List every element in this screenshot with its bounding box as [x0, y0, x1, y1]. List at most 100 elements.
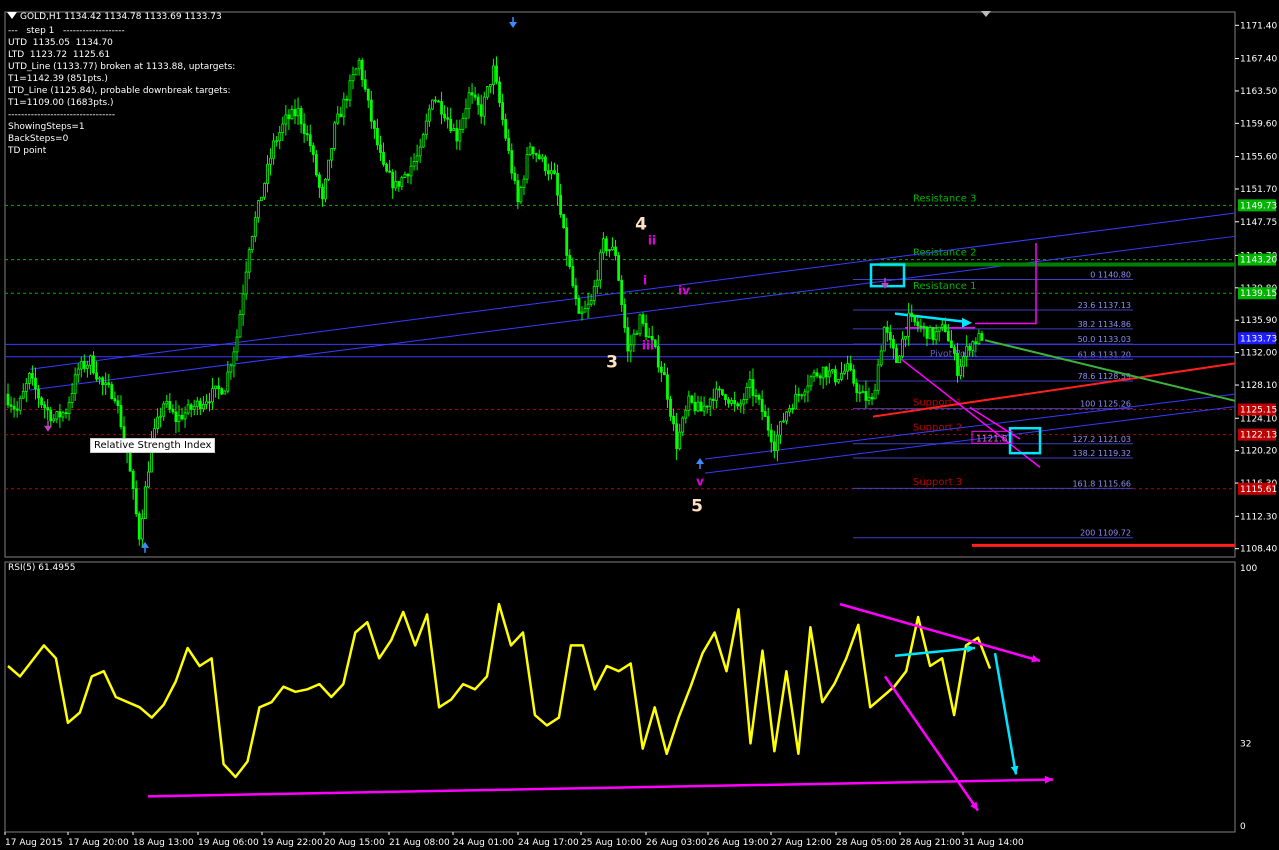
- candle-body: [907, 312, 911, 337]
- candle-body: [867, 396, 871, 401]
- candle-body: [427, 108, 431, 122]
- chart-window[interactable]: 1171.40 1167.40 1163.50 1159.60 1155.60 1151.…: [0, 0, 1279, 850]
- rsi-tick-label: 32: [1240, 739, 1251, 749]
- candle-body: [201, 403, 205, 410]
- candle-body: [757, 395, 761, 400]
- wave-label: iii: [642, 338, 654, 352]
- candle-body: [974, 341, 978, 345]
- candle-body: [76, 368, 80, 376]
- candle-body: [965, 345, 969, 357]
- time-tick-label: 28 Aug 21:00: [900, 838, 961, 848]
- info-line: UTD_Line (1133.77) broken at 1133.88, up…: [8, 62, 236, 72]
- candle-body: [186, 404, 190, 414]
- candle-body: [119, 405, 123, 428]
- candle-body: [61, 412, 65, 418]
- candle-body: [525, 154, 529, 180]
- rsi-cyan-up-arrow: [894, 646, 976, 657]
- candle-body: [253, 217, 257, 237]
- candle-body: [574, 285, 578, 300]
- candle-body: [748, 379, 752, 388]
- candle-body: [598, 252, 602, 281]
- time-tick-label: 24 Aug 17:00: [518, 838, 579, 848]
- target-label: 1121.8: [976, 434, 1008, 444]
- candle-body: [821, 366, 825, 379]
- candle-body: [666, 374, 669, 400]
- candle-body: [192, 405, 196, 410]
- candle-body: [424, 120, 428, 136]
- candle-body: [601, 238, 605, 254]
- candle-body: [659, 366, 663, 373]
- price-tag-label: 1115.61: [1240, 485, 1277, 495]
- candle-body: [946, 331, 950, 342]
- info-line: T1=1142.39 (851pts.): [8, 74, 108, 84]
- candle-body: [482, 96, 486, 117]
- candle-body: [263, 183, 266, 198]
- candle-body: [879, 350, 883, 366]
- wave-label: 3: [606, 353, 618, 373]
- candle-body: [745, 386, 749, 400]
- candle-body: [348, 80, 352, 101]
- candle-body: [485, 86, 489, 98]
- candle-body: [418, 146, 422, 157]
- candle-body: [699, 401, 703, 412]
- candle-body: [635, 333, 639, 336]
- candle-body: [479, 104, 483, 117]
- candle-body: [919, 325, 923, 328]
- candle-body: [43, 404, 47, 408]
- price-chart[interactable]: 1171.40 1167.40 1163.50 1159.60 1155.60 1151.…: [0, 0, 1279, 850]
- pivot-label: Resistance 3: [913, 193, 976, 204]
- candle-body: [165, 401, 169, 405]
- price-tick-label: 1147.75: [1240, 218, 1277, 228]
- candle-body: [953, 347, 956, 354]
- chart-menu-arrow-icon[interactable]: [7, 12, 17, 19]
- candle-body: [925, 326, 929, 339]
- trend-channel-line: [704, 393, 1236, 460]
- fib-level-label: 100 1125.26: [1080, 400, 1131, 409]
- candle-body: [721, 389, 724, 396]
- cyan-arrow-line: [894, 312, 967, 324]
- fib-level-label: 38.2 1134.86: [1078, 320, 1131, 329]
- candle-body: [455, 128, 459, 142]
- fib-level-label: 127.2 1121.03: [1072, 435, 1131, 444]
- candle-body: [40, 397, 43, 406]
- time-tick-label: 28 Aug 05:00: [836, 838, 897, 848]
- candle-body: [504, 119, 508, 139]
- candle-body: [959, 365, 962, 376]
- candle-body: [104, 382, 108, 386]
- candle-body: [892, 339, 895, 349]
- candle-body: [180, 414, 184, 420]
- candle-body: [937, 326, 941, 333]
- fib-level-label: 200 1109.72: [1080, 529, 1131, 538]
- wave-label: iv: [678, 283, 690, 297]
- candle-body: [751, 379, 755, 396]
- candle-body: [247, 249, 251, 273]
- candle-body: [342, 98, 346, 118]
- candle-body: [507, 137, 511, 151]
- candle-body: [653, 339, 657, 347]
- candle-body: [950, 340, 953, 349]
- candle-body: [772, 441, 776, 451]
- candle-body: [140, 518, 144, 540]
- candle-body: [467, 92, 471, 110]
- candle-body: [287, 114, 291, 120]
- candle-body: [641, 314, 645, 324]
- candle-body: [177, 414, 181, 422]
- candle-body: [931, 327, 935, 341]
- candle-body: [232, 351, 236, 367]
- rsi-title: RSI(5) 61.4955: [8, 563, 76, 573]
- candle-body: [290, 109, 294, 120]
- candle-body: [840, 372, 843, 380]
- candle-body: [818, 375, 822, 379]
- candle-body: [495, 65, 498, 83]
- candle-body: [901, 338, 904, 357]
- info-line: BackSteps=0: [8, 134, 69, 144]
- chart-shift-marker-icon[interactable]: [981, 11, 991, 17]
- candle-body: [223, 390, 227, 395]
- wave-label: i: [643, 274, 647, 288]
- candle-body: [449, 118, 453, 132]
- price-tick-label: 1159.60: [1240, 119, 1277, 129]
- info-line: TD point: [8, 146, 47, 156]
- candle-body: [779, 421, 782, 436]
- candle-body: [717, 388, 721, 391]
- candle-body: [669, 398, 672, 417]
